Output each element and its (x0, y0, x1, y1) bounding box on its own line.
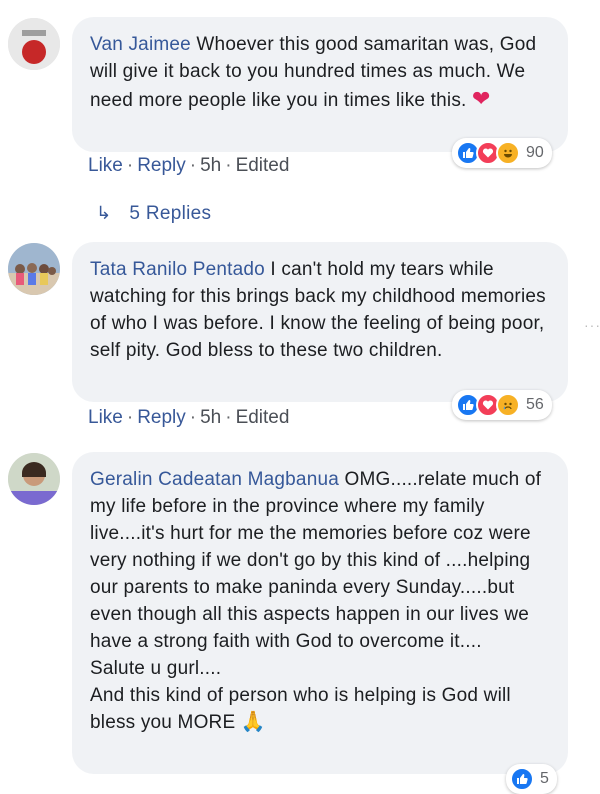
reaction-count: 90 (526, 144, 544, 161)
comment-paragraph-1: Geralin Cadeatan Magbanua OMG.....relate… (90, 466, 548, 655)
reply-arrow-icon: ↳ (96, 203, 112, 223)
sad-icon (496, 393, 520, 417)
avatar[interactable] (8, 18, 60, 70)
view-replies-link[interactable]: ↳ 5 Replies (96, 203, 211, 225)
more-options-icon[interactable]: ··· (584, 317, 600, 333)
avatar[interactable] (8, 453, 60, 505)
comment-bubble: Van Jaimee Whoever this good samaritan w… (72, 17, 568, 152)
separator: · (126, 155, 134, 176)
comment-bubble: Tata Ranilo Pentado I can't hold my tear… (72, 242, 568, 402)
reply-button[interactable]: Reply (137, 407, 186, 428)
like-icon (510, 767, 534, 791)
comment-bubble: Geralin Cadeatan Magbanua OMG.....relate… (72, 452, 568, 774)
comment-actions: Like · Reply · 5h · Edited (88, 407, 289, 429)
separator: · (189, 407, 197, 428)
separator: · (126, 407, 134, 428)
comment-author[interactable]: Geralin Cadeatan Magbanua (90, 469, 339, 490)
comment-actions: Like · Reply · 5h · Edited (88, 155, 289, 177)
comment-author[interactable]: Tata Ranilo Pentado (90, 259, 265, 280)
reply-button[interactable]: Reply (137, 155, 186, 176)
reaction-count: 5 (540, 770, 549, 787)
haha-icon (496, 141, 520, 165)
separator: · (225, 155, 232, 176)
comment-author[interactable]: Van Jaimee (90, 34, 191, 55)
edited-label[interactable]: Edited (236, 155, 290, 176)
reaction-summary[interactable]: 5 (506, 764, 557, 794)
like-button[interactable]: Like (88, 155, 123, 176)
comment-text: And this kind of person who is helping i… (90, 685, 511, 733)
timestamp[interactable]: 5h (200, 155, 221, 176)
separator: · (225, 407, 232, 428)
replies-label: 5 Replies (129, 203, 212, 224)
reaction-summary[interactable]: 56 (452, 390, 552, 420)
reaction-summary[interactable]: 90 (452, 138, 552, 168)
edited-label[interactable]: Edited (236, 407, 290, 428)
comment-text: OMG.....relate much of my life before in… (90, 469, 542, 652)
separator: · (189, 155, 197, 176)
pray-emoji: 🙏 (240, 711, 266, 733)
like-button[interactable]: Like (88, 407, 123, 428)
reaction-count: 56 (526, 396, 544, 413)
comment-paragraph-3: And this kind of person who is helping i… (90, 682, 548, 736)
avatar[interactable] (8, 243, 60, 295)
heart-emoji: ❤ (472, 86, 491, 111)
comment-text: Salute u gurl.... (90, 658, 222, 679)
timestamp[interactable]: 5h (200, 407, 221, 428)
